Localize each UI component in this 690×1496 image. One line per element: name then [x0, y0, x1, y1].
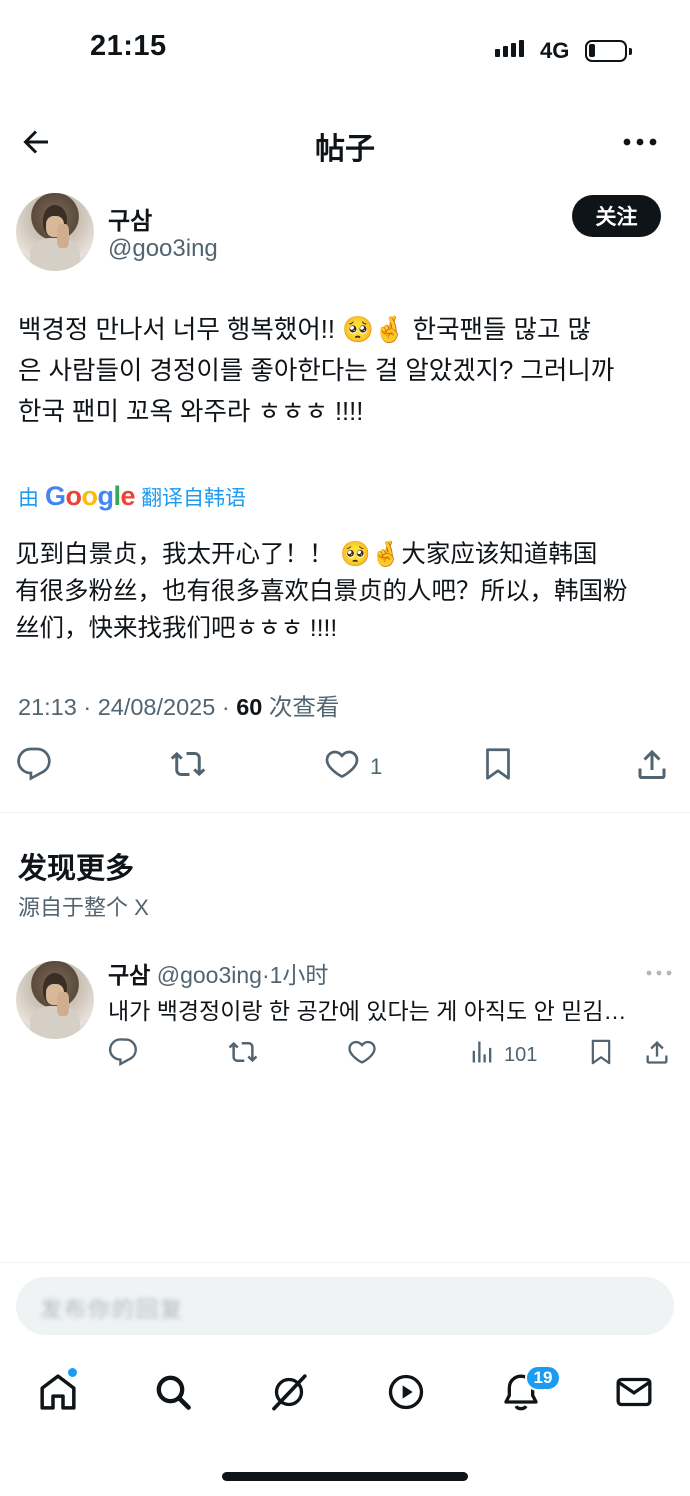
- grok-icon: [269, 1374, 309, 1416]
- tab-grok[interactable]: [269, 1372, 309, 1412]
- notifications-badge: 19: [525, 1365, 561, 1391]
- tab-video[interactable]: [386, 1372, 426, 1412]
- share-button[interactable]: [634, 746, 670, 788]
- related-author-name: 구삼: [108, 962, 151, 988]
- discover-subtitle: 源自于整个 X: [18, 895, 149, 920]
- reply-compose-field[interactable]: 发布你的回复: [16, 1277, 674, 1335]
- tab-search[interactable]: [153, 1372, 193, 1412]
- reply-icon: [108, 1037, 138, 1073]
- related-author-avatar[interactable]: [16, 961, 94, 1039]
- views-icon: [468, 1037, 496, 1073]
- post-text-line: 백경정 만나서 너무 행복했어!! 🥺🤞 한국팬들 많고 많: [18, 316, 592, 344]
- follow-button[interactable]: 关注: [572, 195, 661, 237]
- post-text: 백경정 만나서 너무 행복했어!! 🥺🤞 한국팬들 많고 많 은 사람들이 경정…: [18, 310, 673, 433]
- related-views-count: 101: [504, 1043, 538, 1066]
- related-author-handle: @goo3ing: [156, 962, 262, 988]
- author-handle[interactable]: @goo3ing: [108, 235, 218, 263]
- share-icon: [634, 746, 670, 788]
- post-text-line: 한국 팬미 꼬옥 와주라 ㅎㅎㅎ !!!!: [18, 398, 364, 426]
- related-views[interactable]: 101: [468, 1037, 537, 1073]
- related-post-text[interactable]: 내가 백경정이랑 한 공간에 있다는 게 아직도 안 믿김…: [108, 992, 626, 1026]
- bookmark-button[interactable]: [480, 746, 516, 788]
- share-icon: [643, 1037, 671, 1073]
- related-bookmark-button[interactable]: [587, 1037, 615, 1073]
- heart-icon: [324, 746, 360, 788]
- heart-icon: [347, 1037, 377, 1073]
- search-icon: [153, 1375, 193, 1416]
- author-name[interactable]: 구삼: [108, 201, 152, 236]
- like-count: 1: [370, 754, 383, 779]
- tab-messages[interactable]: [614, 1372, 654, 1412]
- related-like-button[interactable]: [347, 1037, 377, 1073]
- google-logo: Google: [45, 481, 136, 511]
- video-icon: [386, 1374, 426, 1416]
- post-text-line: 은 사람들이 경정이를 좋아한다는 걸 알았겠지? 그러니까: [18, 357, 615, 385]
- mail-icon: [614, 1377, 654, 1416]
- compose-placeholder: 发布你的回复: [40, 1297, 185, 1322]
- bookmark-icon: [480, 746, 516, 788]
- translated-line: 见到白景贞，我太开心了！！ 🥺🤞大家应该知道韩国: [15, 541, 598, 568]
- post-timestamp: 21:13 · 24/08/2025 ·: [18, 694, 237, 720]
- more-icon[interactable]: [622, 130, 658, 154]
- retweet-icon: [227, 1037, 259, 1073]
- translated-text: 见到白景贞，我太开心了！！ 🥺🤞大家应该知道韩国 有很多粉丝，也有很多喜欢白景贞…: [15, 536, 675, 647]
- discover-title: 发现更多: [18, 853, 135, 885]
- view-label: 次查看: [262, 694, 340, 720]
- post-meta: 21:13 · 24/08/2025 · 60 次查看: [18, 688, 339, 722]
- reply-icon: [16, 746, 52, 788]
- home-notification-dot: [67, 1367, 78, 1378]
- retweet-icon: [169, 746, 207, 788]
- related-more-icon[interactable]: [646, 966, 672, 984]
- translation-attribution[interactable]: 由 Google 翻译自韩语: [18, 481, 246, 512]
- related-share-button[interactable]: [643, 1037, 671, 1073]
- status-time: 21:15: [90, 30, 167, 62]
- home-indicator: [222, 1472, 468, 1481]
- translate-prefix: 由: [18, 486, 39, 510]
- related-reply-button[interactable]: [108, 1037, 138, 1073]
- page-title: 帖子: [315, 133, 375, 166]
- home-icon: [38, 1374, 78, 1416]
- battery-icon: [585, 40, 632, 62]
- view-count: 60: [236, 694, 263, 720]
- translated-line: 丝们，快来找我们吧ㅎㅎㅎ !!!!: [15, 615, 338, 642]
- bell-icon: [501, 1374, 541, 1416]
- signal-icon: [495, 40, 524, 57]
- related-post-age: ·1小时: [261, 962, 329, 988]
- divider: [0, 812, 690, 813]
- translated-line: 有很多粉丝，也有很多喜欢白景贞的人吧？所以，韩国粉: [15, 578, 628, 605]
- divider: [0, 1262, 690, 1263]
- author-avatar[interactable]: [16, 193, 94, 271]
- bookmark-icon: [587, 1037, 615, 1073]
- reply-button[interactable]: [16, 746, 52, 788]
- related-post-header[interactable]: 구삼 @goo3ing·1小时: [108, 956, 328, 990]
- translate-suffix: 翻译自韩语: [141, 486, 247, 510]
- like-button[interactable]: 1: [324, 746, 382, 788]
- repost-button[interactable]: [169, 746, 207, 788]
- tab-home[interactable]: [38, 1372, 78, 1412]
- related-repost-button[interactable]: [227, 1037, 259, 1073]
- network-label: 4G: [540, 38, 570, 63]
